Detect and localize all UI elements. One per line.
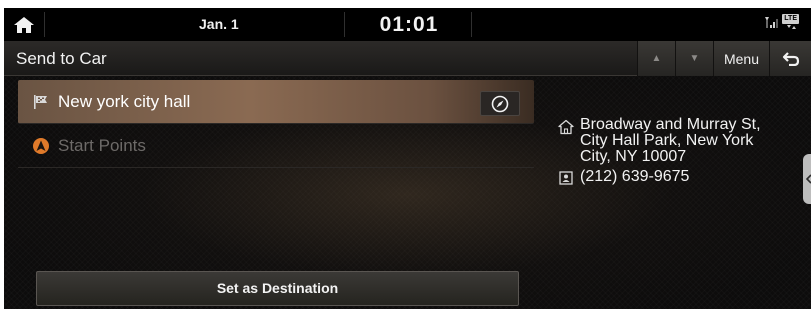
back-button[interactable] [769,41,811,76]
status-time: 01:01 [379,13,439,36]
phone-contact-icon [552,169,580,185]
status-bar: Jan. 1 01:01 LTE [4,8,811,41]
side-panel-handle[interactable] [803,154,811,204]
list-item-start-points: Start Points [18,124,534,168]
address-text: Broadway and Murray St, City Hall Park, … [580,117,761,165]
navigate-button[interactable] [480,91,520,116]
page-title: Send to Car [16,49,107,68]
poi-info-panel: Broadway and Murray St, City Hall Park, … [552,117,802,189]
scroll-up-button[interactable]: ▲ [637,41,675,76]
lte-arrows-icon [786,25,796,29]
status-date: Jan. 1 [199,16,239,32]
flag-icon [24,80,58,124]
status-divider [471,12,472,37]
header-buttons: ▲ ▼ Menu [637,41,811,76]
back-icon [782,51,799,66]
menu-button[interactable]: Menu [713,41,769,76]
status-divider [344,12,345,37]
phone-number: (212) 639-9675 [580,168,690,185]
address-line: City, NY 10007 [580,148,687,165]
address-row: Broadway and Murray St, City Hall Park, … [552,117,802,165]
lte-label: LTE [782,14,799,24]
set-as-destination-button[interactable]: Set as Destination [36,271,519,306]
list-item-label: Start Points [58,135,146,155]
destination-list: New york city hall Start Points [18,80,534,168]
home-icon [14,16,34,33]
list-item-label: New york city hall [58,91,191,111]
phone-row[interactable]: (212) 639-9675 [552,169,802,185]
compass-icon [491,95,509,112]
address-line: Broadway and Murray St, [580,116,761,133]
address-home-icon [552,117,580,135]
compass-a-icon [24,124,58,168]
down-arrow-icon: ▼ [689,53,700,64]
list-item-new-york-city-hall[interactable]: New york city hall [18,80,534,124]
home-button[interactable] [4,8,44,41]
chevron-left-icon [806,174,811,184]
status-divider [44,12,45,37]
screen: Jan. 1 01:01 LTE Send to Car ▲ ▼ Menu Ne… [4,8,811,309]
page-header: Send to Car ▲ ▼ Menu [4,41,811,76]
address-line: City Hall Park, New York [580,132,754,149]
lte-icon: LTE [782,14,799,30]
signal-icon [765,17,779,28]
up-arrow-icon: ▲ [651,53,662,64]
status-icons: LTE [763,14,799,30]
scroll-down-button[interactable]: ▼ [675,41,713,76]
